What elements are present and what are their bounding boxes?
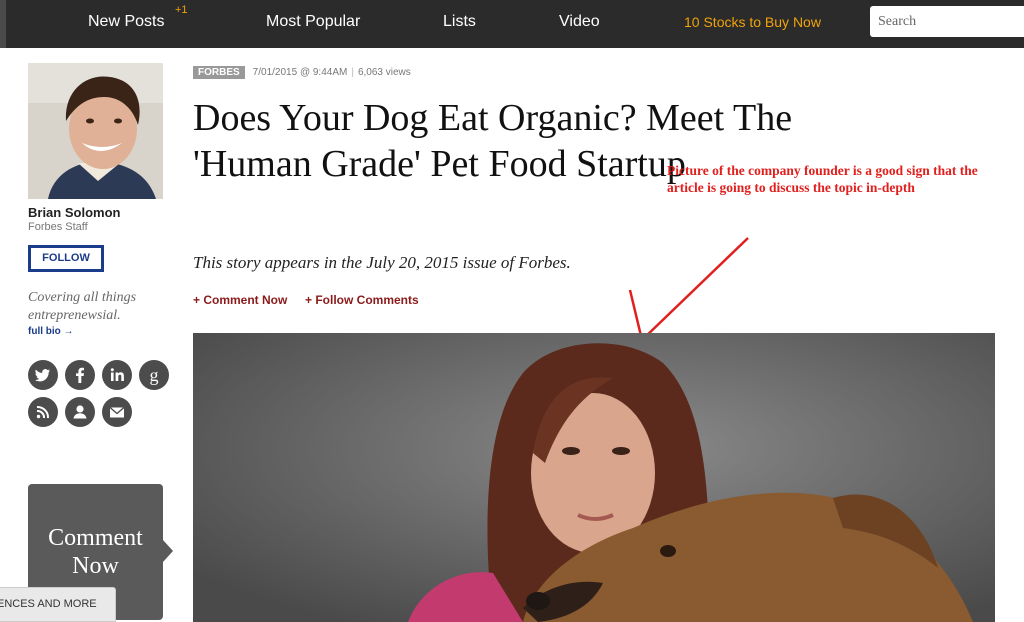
twitter-icon[interactable] — [28, 360, 58, 390]
preferences-tab[interactable]: ENCES AND MORE — [0, 587, 116, 622]
nav-new-posts[interactable]: New Posts — [88, 13, 164, 31]
article-dek: This story appears in the July 20, 2015 … — [193, 253, 571, 272]
meta-separator: | — [351, 67, 354, 78]
source-badge[interactable]: FORBES — [193, 66, 245, 79]
comment-now-link[interactable]: + Comment Now — [193, 293, 287, 307]
author-tagline: Covering all things entreprenewsial. — [28, 290, 137, 323]
article-meta: FORBES 7/01/2015 @ 9:44AM | 6,063 views — [193, 66, 411, 79]
top-navigation-bar: New Posts +1 Most Popular Lists Video 10… — [0, 0, 1024, 48]
nav-stocks-promo[interactable]: 10 Stocks to Buy Now — [684, 14, 821, 30]
svg-text:g: g — [150, 365, 159, 385]
profile-icon[interactable] — [65, 397, 95, 427]
follow-button[interactable]: FOLLOW — [28, 245, 104, 272]
article-lead-photo[interactable] — [193, 333, 995, 622]
google-plus-icon[interactable]: g — [139, 360, 169, 390]
author-avatar[interactable] — [28, 63, 163, 199]
author-role: Forbes Staff — [28, 221, 88, 233]
nav-lists[interactable]: Lists — [443, 13, 476, 31]
email-icon[interactable] — [102, 397, 132, 427]
publish-date: 7/01/2015 @ 9:44AM — [252, 67, 348, 78]
view-count: 6,063 views — [357, 67, 411, 78]
new-posts-badge: +1 — [175, 4, 188, 16]
comment-box-pointer — [163, 540, 173, 562]
follow-comments-link[interactable]: + Follow Comments — [305, 293, 419, 307]
facebook-icon[interactable] — [65, 360, 95, 390]
search-input[interactable] — [870, 6, 1024, 37]
author-name[interactable]: Brian Solomon — [28, 205, 120, 220]
nav-video[interactable]: Video — [559, 13, 600, 31]
linkedin-icon[interactable] — [102, 360, 132, 390]
full-bio-link[interactable]: full bio → — [28, 326, 74, 337]
rss-icon[interactable] — [28, 397, 58, 427]
nav-most-popular[interactable]: Most Popular — [266, 13, 360, 31]
annotation-note: Picture of the company founder is a good… — [667, 163, 978, 195]
